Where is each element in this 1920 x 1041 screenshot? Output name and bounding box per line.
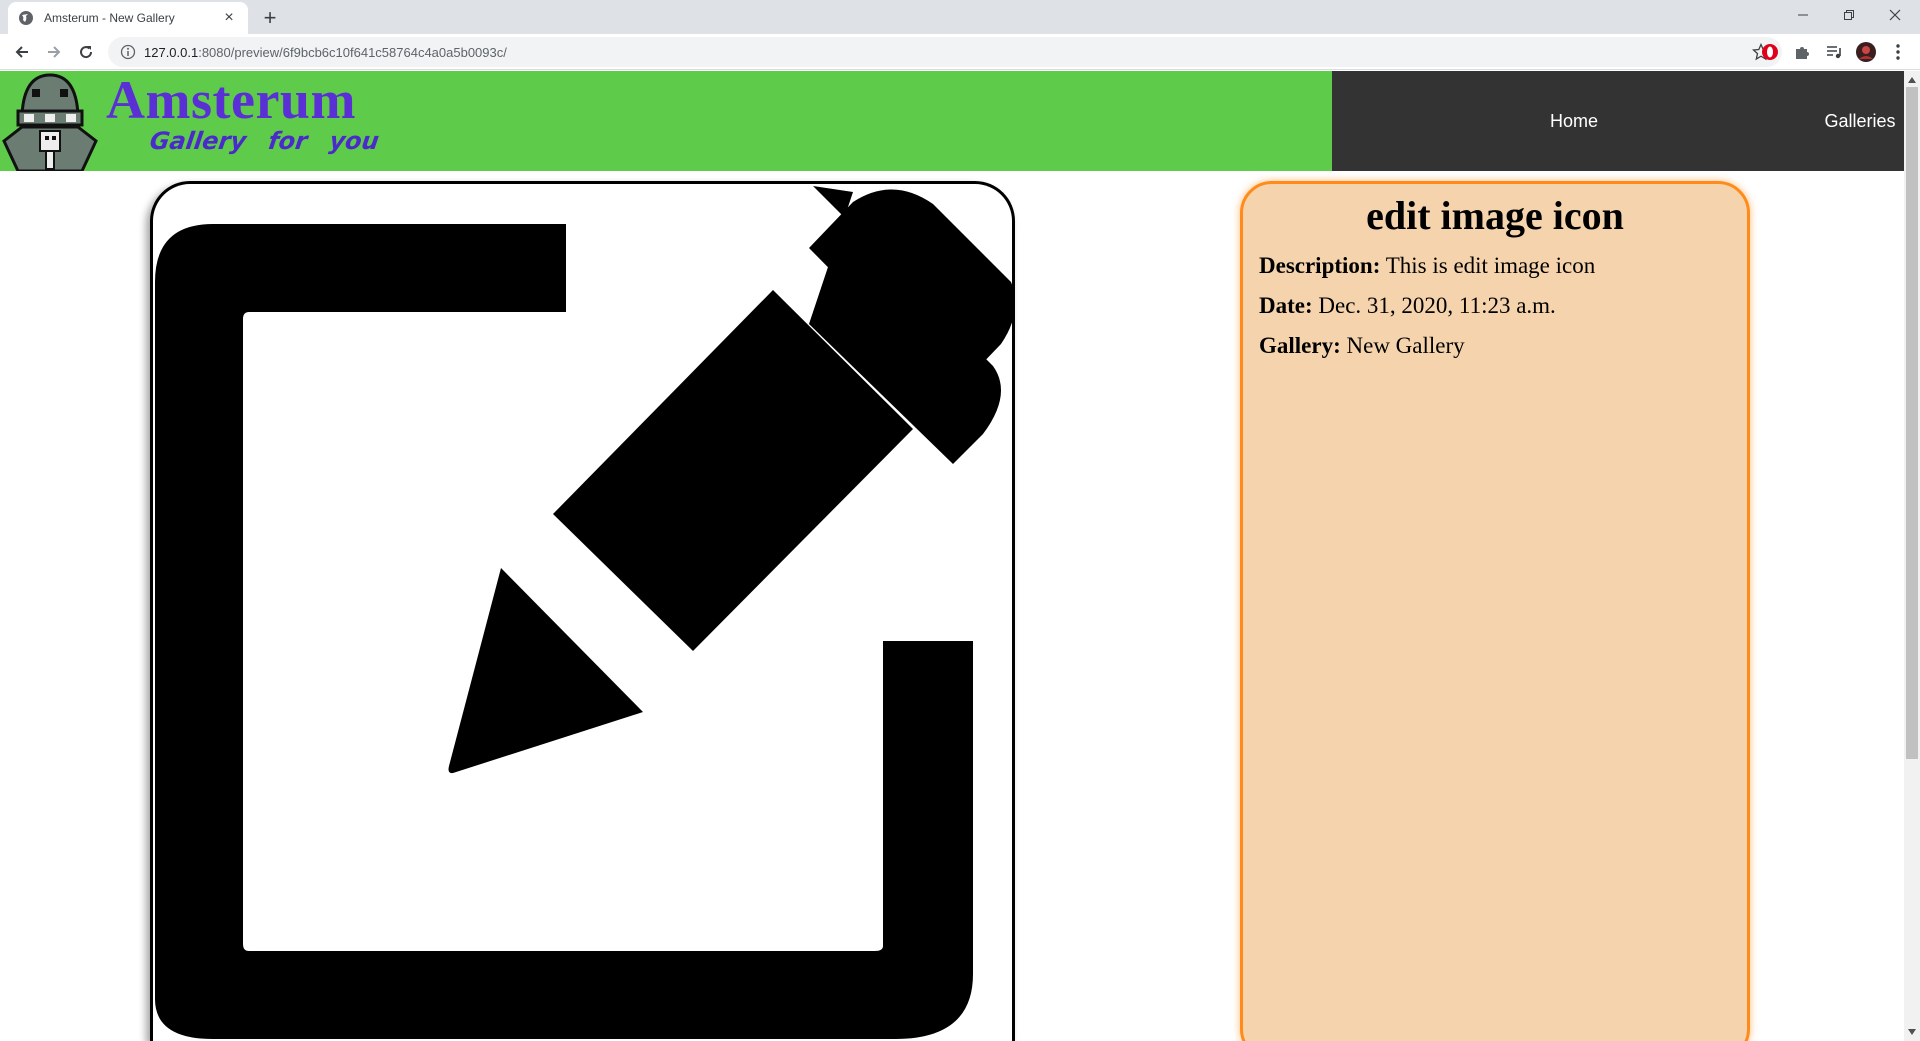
- extensions-puzzle-icon[interactable]: [1788, 38, 1816, 66]
- address-bar[interactable]: 127.0.0.1:8080/preview/6f9bcb6c10f641c58…: [108, 37, 1782, 67]
- info-icon[interactable]: [120, 44, 136, 60]
- description-label: Description:: [1259, 253, 1381, 278]
- edit-image-icon: [155, 186, 1012, 1039]
- new-tab-button[interactable]: +: [258, 5, 282, 30]
- nav-home-link[interactable]: Home: [1474, 71, 1674, 171]
- date-value: Dec. 31, 2020, 11:23 a.m.: [1318, 293, 1556, 318]
- opera-extension-icon[interactable]: [1756, 38, 1784, 66]
- brand-area: Amsterum Gallery for you: [0, 71, 1332, 173]
- gallery-value: New Gallery: [1346, 333, 1465, 358]
- browser-toolbar: 127.0.0.1:8080/preview/6f9bcb6c10f641c58…: [0, 34, 1920, 70]
- description-value: This is edit image icon: [1385, 253, 1596, 278]
- close-window-icon[interactable]: [1872, 0, 1918, 30]
- image-preview: [150, 181, 1015, 1041]
- url-path: :8080/preview/6f9bcb6c10f641c58764c4a0a5…: [198, 44, 507, 60]
- gallery-row: Gallery: New Gallery: [1259, 333, 1747, 359]
- date-row: Date: Dec. 31, 2020, 11:23 a.m.: [1259, 293, 1747, 319]
- url-text: 127.0.0.1:8080/preview/6f9bcb6c10f641c58…: [144, 45, 507, 60]
- close-tab-icon[interactable]: ×: [220, 9, 238, 27]
- profile-avatar[interactable]: [1852, 38, 1880, 66]
- logo-subtitle: Gallery for you: [148, 127, 381, 155]
- description-row: Description: This is edit image icon: [1259, 253, 1747, 279]
- logo-title[interactable]: Amsterum: [106, 73, 356, 127]
- scroll-thumb[interactable]: [1906, 87, 1918, 759]
- reload-icon[interactable]: [72, 38, 100, 66]
- media-queue-icon[interactable]: [1820, 38, 1848, 66]
- image-details-card: edit image icon Description: This is edi…: [1240, 181, 1750, 1041]
- date-label: Date:: [1259, 293, 1313, 318]
- restore-icon[interactable]: [1826, 0, 1872, 30]
- tab-title: Amsterum - New Gallery: [44, 11, 175, 25]
- back-arrow-icon[interactable]: [8, 38, 36, 66]
- gallery-label: Gallery:: [1259, 333, 1341, 358]
- forward-arrow-icon[interactable]: [40, 38, 68, 66]
- menu-kebab-icon[interactable]: [1884, 38, 1912, 66]
- main-nav: Home Galleries: [1332, 71, 1904, 171]
- browser-tab[interactable]: Amsterum - New Gallery ×: [8, 2, 248, 34]
- site-header: Amsterum Gallery for you Home Galleries: [0, 71, 1904, 173]
- browser-tab-strip: Amsterum - New Gallery × +: [0, 0, 1920, 34]
- image-title: edit image icon: [1366, 193, 1624, 238]
- globe-icon: [18, 10, 34, 26]
- scroll-down-icon[interactable]: [1907, 1027, 1917, 1037]
- minimize-icon[interactable]: [1780, 0, 1826, 30]
- mascot-logo-icon[interactable]: [0, 71, 100, 173]
- scroll-up-icon[interactable]: [1907, 75, 1917, 85]
- nav-galleries-link[interactable]: Galleries: [1760, 71, 1920, 171]
- url-host: 127.0.0.1: [144, 44, 199, 60]
- page-scrollbar[interactable]: [1904, 71, 1920, 1041]
